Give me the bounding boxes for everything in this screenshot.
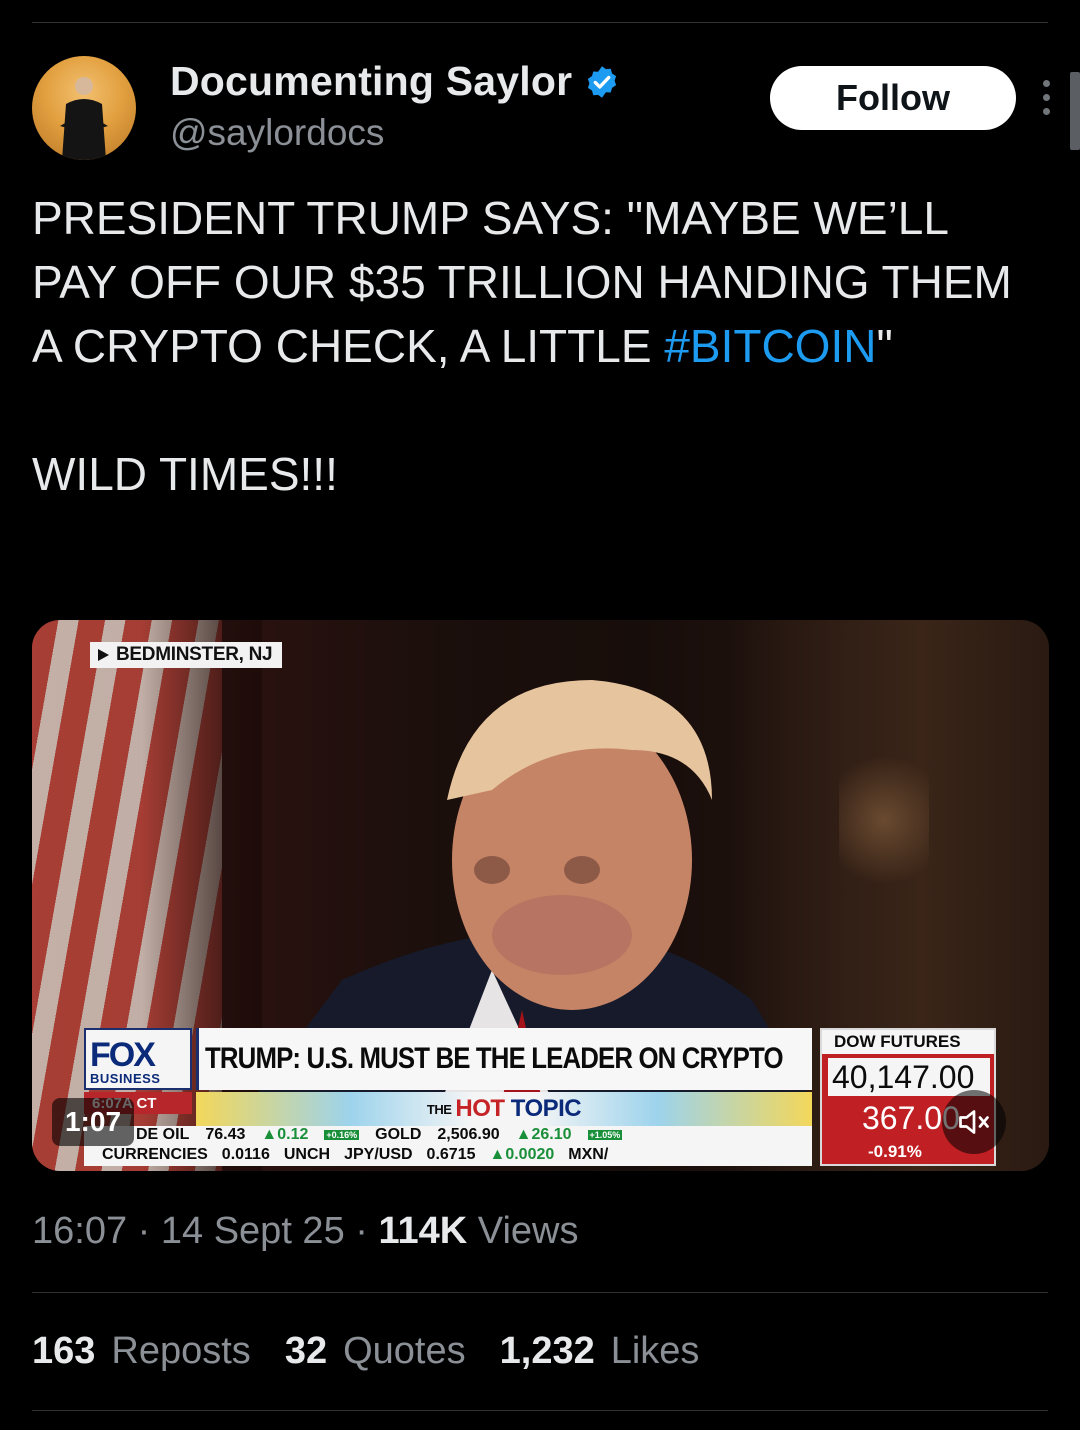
reposts-stat[interactable]: 163 Reposts — [32, 1330, 251, 1373]
hot-topic-label: THE HOT TOPIC — [426, 1095, 582, 1123]
avatar[interactable] — [32, 56, 136, 160]
cur1-change: UNCH — [283, 1146, 331, 1163]
views-label: Views — [477, 1210, 579, 1252]
verified-badge-icon — [588, 65, 617, 98]
gold-pct: +1.05% — [587, 1130, 623, 1140]
ticker-commodities: DE OIL 76.43 ▲0.12 +0.16% GOLD 2,506.90 … — [84, 1126, 812, 1144]
tweet-meta: 16:07 · 14 Sept 25 · 114K Views — [32, 1210, 578, 1253]
quotes-stat[interactable]: 32 Quotes — [285, 1330, 466, 1373]
top-divider — [32, 22, 1048, 23]
video-player[interactable]: BEDMINSTER, NJ FOX BUSINESS TRUMP: U.S. … — [32, 620, 1049, 1171]
name-row: Documenting Saylor — [170, 58, 620, 105]
video-duration: 1:07 — [52, 1098, 134, 1146]
hashtag-link[interactable]: #BITCOIN — [664, 320, 876, 372]
scrollbar[interactable] — [1070, 72, 1080, 150]
reposts-count: 163 — [32, 1330, 96, 1372]
news-lower-third: FOX BUSINESS TRUMP: U.S. MUST BE THE LEA… — [84, 1028, 999, 1166]
tweet-text: PRESIDENT TRUMP SAYS: "MAYBE WE’LL PAY O… — [32, 186, 1032, 506]
network-sub: BUSINESS — [90, 1071, 161, 1086]
more-vertical-icon[interactable] — [1036, 80, 1056, 124]
hot-topic-bar: THE HOT TOPIC — [196, 1092, 812, 1126]
tweet-header: Documenting Saylor @saylordocs Follow — [32, 56, 1050, 166]
likes-stat[interactable]: 1,232 Likes — [500, 1330, 700, 1373]
speaker-muted-icon — [959, 1110, 989, 1134]
reposts-label: Reposts — [111, 1330, 251, 1372]
engagement-stats: 163 Reposts 32 Quotes 1,232 Likes — [32, 1330, 699, 1373]
handle[interactable]: @saylordocs — [170, 112, 384, 154]
gold-change: ▲26.10 — [515, 1126, 572, 1143]
follow-button[interactable]: Follow — [770, 66, 1016, 130]
dow-label: DOW FUTURES — [822, 1030, 994, 1054]
crude-pct: +0.16% — [324, 1130, 360, 1140]
quotes-count: 32 — [284, 1330, 328, 1372]
divider — [32, 1292, 1048, 1293]
crude-label: DE OIL — [136, 1126, 190, 1143]
dow-pct: -0.91% — [868, 1142, 922, 1161]
crude-value: 76.43 — [205, 1126, 246, 1143]
network-name: FOX — [90, 1036, 156, 1074]
fox-business-logo: FOX BUSINESS — [84, 1028, 192, 1090]
tweet-paragraph-2: WILD TIMES!!! — [32, 448, 338, 500]
news-headline: TRUMP: U.S. MUST BE THE LEADER ON CRYPTO — [205, 1042, 784, 1075]
jpy-change: ▲0.0020 — [489, 1146, 555, 1163]
hot-topic-the: THE — [426, 1102, 452, 1118]
divider — [32, 1410, 1048, 1411]
jpy-value: 0.6715 — [426, 1146, 476, 1163]
headline-bar: TRUMP: U.S. MUST BE THE LEADER ON CRYPTO — [196, 1028, 812, 1090]
views-count: 114K — [378, 1210, 468, 1252]
hot-topic-hot: HOT — [455, 1095, 505, 1122]
jpy-label: JPY/USD — [344, 1146, 413, 1163]
avatar-person-icon — [60, 77, 108, 160]
likes-count: 1,232 — [499, 1330, 595, 1372]
tweet-time[interactable]: 16:07 — [32, 1210, 127, 1252]
display-name[interactable]: Documenting Saylor — [170, 58, 572, 105]
gold-value: 2,506.90 — [437, 1126, 500, 1143]
location-tag: BEDMINSTER, NJ — [90, 642, 283, 668]
meta-separator: · — [355, 1210, 379, 1252]
mxn-label: MXN/ — [568, 1146, 609, 1163]
hot-topic-topic: TOPIC — [510, 1095, 582, 1122]
quotes-label: Quotes — [343, 1330, 466, 1372]
lamp-glow — [839, 740, 929, 900]
meta-separator: · — [137, 1210, 161, 1252]
currencies-label: CURRENCIES — [102, 1146, 208, 1163]
ticker-currencies: CURRENCIES 0.0116 UNCH JPY/USD 0.6715 ▲0… — [84, 1144, 812, 1166]
gold-label: GOLD — [375, 1126, 422, 1143]
likes-label: Likes — [610, 1330, 700, 1372]
mute-button[interactable] — [942, 1090, 1006, 1154]
tweet-date[interactable]: 14 Sept 25 — [161, 1210, 345, 1252]
crude-change: ▲0.12 — [261, 1126, 309, 1143]
tweet-line-1-end: " — [876, 320, 893, 372]
tweet-paragraph-1: PRESIDENT TRUMP SAYS: "MAYBE WE’LL PAY O… — [32, 186, 1032, 378]
cur1-value: 0.0116 — [221, 1146, 270, 1163]
